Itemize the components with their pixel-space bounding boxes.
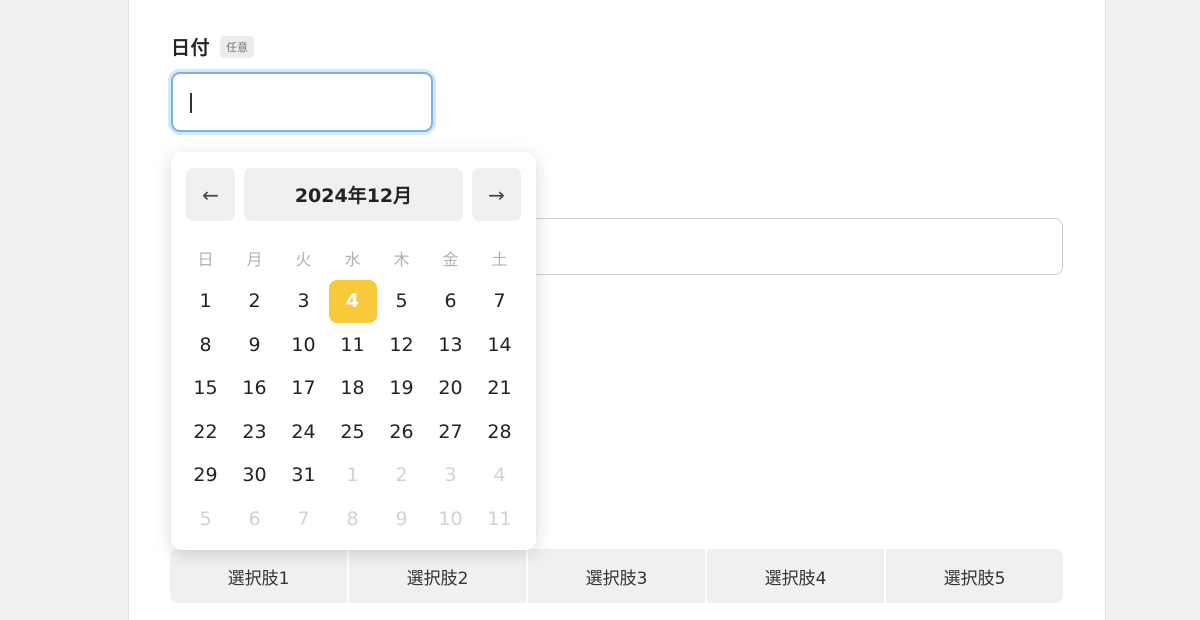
calendar-day[interactable]: 11 (328, 323, 377, 367)
choice-option-3[interactable]: 選択肢3 (528, 549, 705, 603)
choice-segmented-control: 選択肢1 選択肢2 選択肢3 選択肢4 選択肢5 (170, 549, 1063, 603)
calendar-day[interactable]: 8 (328, 497, 377, 541)
calendar-day[interactable]: 29 (181, 454, 230, 498)
calendar-day[interactable]: 16 (230, 367, 279, 411)
calendar-day[interactable]: 19 (377, 367, 426, 411)
weekday-header: 金 (442, 249, 459, 269)
weekday-header: 火 (295, 249, 312, 269)
calendar-day[interactable]: 21 (475, 367, 524, 411)
text-field[interactable] (520, 218, 1063, 275)
choice-option-1[interactable]: 選択肢1 (170, 549, 347, 603)
calendar-day-selected[interactable]: 4 (328, 279, 377, 324)
calendar-day[interactable]: 2 (230, 280, 279, 324)
weekday-header: 木 (393, 249, 410, 269)
selected-day-highlight: 4 (328, 279, 377, 323)
calendar-day[interactable]: 23 (230, 410, 279, 454)
calendar-day[interactable]: 3 (279, 280, 328, 324)
calendar-day[interactable]: 31 (279, 454, 328, 498)
calendar-day[interactable]: 17 (279, 367, 328, 411)
calendar-day[interactable]: 11 (475, 497, 524, 541)
calendar-day[interactable]: 18 (328, 367, 377, 411)
calendar-day[interactable]: 12 (377, 323, 426, 367)
choice-option-4[interactable]: 選択肢4 (707, 549, 884, 603)
calendar-day[interactable]: 8 (181, 323, 230, 367)
calendar-day[interactable]: 7 (475, 280, 524, 324)
calendar-grid: 日月火水木金土 1 2 3 4 5 6 7 8 9 10 11 12 13 14 15 16 17 18 19 20 21… (181, 236, 526, 541)
calendar-day[interactable]: 1 (181, 280, 230, 324)
weekday-header: 月 (246, 249, 263, 269)
calendar-day[interactable]: 20 (426, 367, 475, 411)
calendar-day[interactable]: 14 (475, 323, 524, 367)
calendar-day[interactable]: 15 (181, 367, 230, 411)
calendar-day[interactable]: 2 (377, 454, 426, 498)
optional-badge: 任意 (220, 35, 255, 58)
calendar-day[interactable]: 4 (475, 454, 524, 498)
choice-option-5[interactable]: 選択肢5 (886, 549, 1063, 603)
date-field-label: 日付 任意 (171, 33, 255, 60)
calendar-day[interactable]: 24 (279, 410, 328, 454)
choice-option-2[interactable]: 選択肢2 (349, 549, 526, 603)
calendar-header: ← 2024年12月 → (186, 168, 521, 221)
calendar-day[interactable]: 13 (426, 323, 475, 367)
calendar-day[interactable]: 28 (475, 410, 524, 454)
weekday-header: 日 (197, 249, 214, 269)
calendar-day[interactable]: 25 (328, 410, 377, 454)
text-caret (190, 93, 192, 113)
weekday-header: 水 (344, 249, 361, 269)
calendar-day[interactable]: 9 (377, 497, 426, 541)
calendar-day[interactable]: 1 (328, 454, 377, 498)
date-label: 日付 (171, 37, 211, 59)
calendar-day[interactable]: 26 (377, 410, 426, 454)
arrow-left-icon: ← (202, 182, 219, 207)
weekday-header: 土 (491, 249, 508, 269)
month-title: 2024年12月 (244, 168, 463, 221)
calendar-day[interactable]: 3 (426, 454, 475, 498)
calendar-day[interactable]: 7 (279, 497, 328, 541)
calendar-day[interactable]: 5 (377, 280, 426, 324)
calendar-day[interactable]: 10 (426, 497, 475, 541)
calendar-day[interactable]: 6 (230, 497, 279, 541)
calendar-day[interactable]: 5 (181, 497, 230, 541)
next-month-button[interactable]: → (472, 168, 521, 221)
date-picker-popup: ← 2024年12月 → 日月火水木金土 1 2 3 4 5 6 7 8 9 10 11 12 13 14 1… (171, 152, 536, 550)
calendar-day[interactable]: 22 (181, 410, 230, 454)
calendar-day[interactable]: 9 (230, 323, 279, 367)
arrow-right-icon: → (488, 182, 505, 207)
calendar-day[interactable]: 30 (230, 454, 279, 498)
calendar-day[interactable]: 10 (279, 323, 328, 367)
calendar-day[interactable]: 27 (426, 410, 475, 454)
prev-month-button[interactable]: ← (186, 168, 235, 221)
date-input[interactable] (171, 72, 433, 132)
calendar-day[interactable]: 6 (426, 280, 475, 324)
